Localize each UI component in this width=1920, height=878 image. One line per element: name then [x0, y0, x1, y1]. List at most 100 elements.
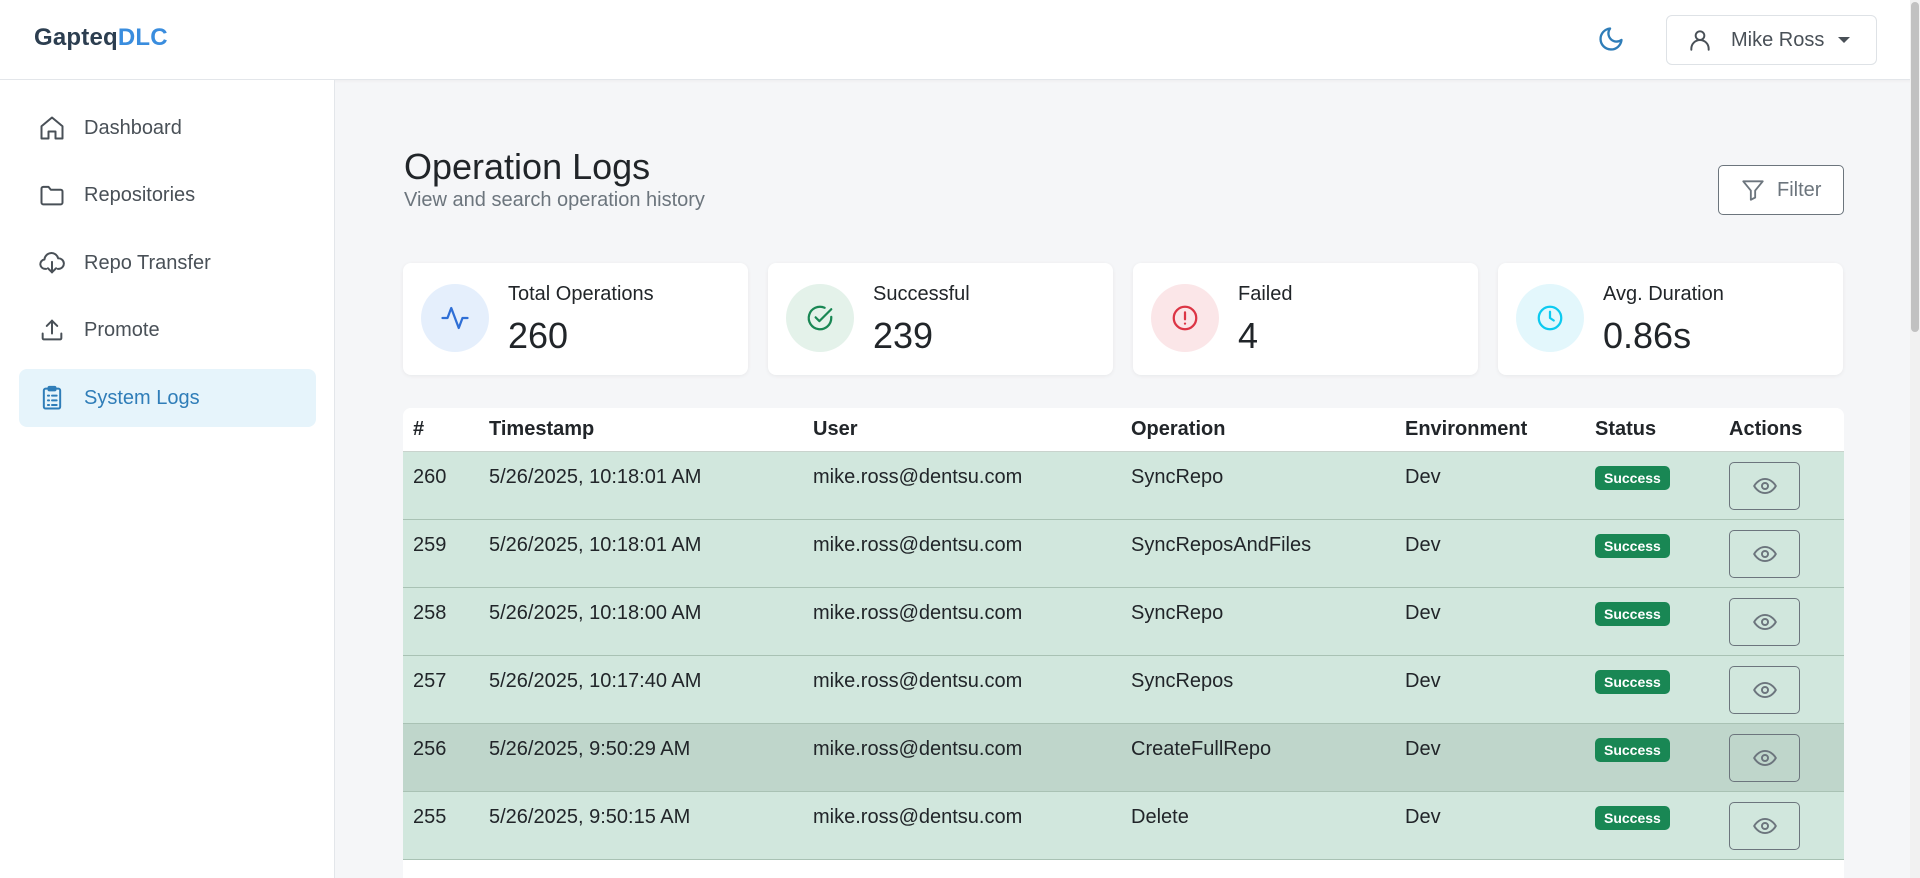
cell-user: mike.ross@dentsu.com	[803, 791, 1121, 860]
page-scrollbar[interactable]	[1910, 0, 1920, 878]
column-header-status[interactable]: Status	[1585, 408, 1719, 452]
filter-button[interactable]: Filter	[1718, 165, 1844, 215]
column-header-environment[interactable]: Environment	[1395, 408, 1585, 452]
sidebar-item-dashboard[interactable]: Dashboard	[19, 99, 316, 157]
cell-actions	[1719, 451, 1844, 520]
stat-card-total-operations: Total Operations 260	[403, 263, 748, 375]
theme-toggle-button[interactable]	[1596, 24, 1626, 54]
cell-timestamp: 5/26/2025, 10:18:00 AM	[479, 587, 803, 656]
clock-icon	[1516, 284, 1584, 352]
column-header-operation[interactable]: Operation	[1121, 408, 1395, 452]
brand-name-part2: DLC	[117, 24, 168, 51]
column-header-timestamp[interactable]: Timestamp	[479, 408, 803, 452]
operation-logs-table: # Timestamp User Operation Environment S…	[403, 408, 1844, 878]
clipboard-list-icon	[37, 383, 67, 413]
view-details-button[interactable]	[1729, 733, 1800, 782]
view-details-button[interactable]	[1729, 665, 1800, 714]
upload-icon	[37, 315, 67, 345]
cell-environment: Dev	[1395, 791, 1585, 860]
eye-icon	[1752, 817, 1777, 834]
cell-status: Success	[1585, 723, 1719, 792]
cell-status: Success	[1585, 587, 1719, 656]
sidebar-item-repo-transfer[interactable]: Repo Transfer	[19, 234, 316, 292]
column-header-user[interactable]: User	[803, 408, 1121, 452]
cell-user: mike.ross@dentsu.com	[803, 587, 1121, 656]
view-details-button[interactable]	[1729, 529, 1800, 578]
cell-timestamp: 5/26/2025, 9:50:29 AM	[479, 723, 803, 792]
filter-button-label: Filter	[1777, 178, 1822, 201]
status-badge: Success	[1595, 737, 1670, 762]
stat-label: Total Operations	[508, 283, 654, 305]
filter-icon	[1739, 176, 1767, 204]
stat-card-avg-duration: Avg. Duration 0.86s	[1498, 263, 1843, 375]
cell-timestamp: 5/26/2025, 10:18:01 AM	[479, 519, 803, 588]
cell-actions	[1719, 519, 1844, 588]
view-details-button[interactable]	[1729, 597, 1800, 646]
stat-card-successful: Successful 239	[768, 263, 1113, 375]
view-details-button[interactable]	[1729, 461, 1800, 510]
table-row[interactable]: 258 5/26/2025, 10:18:00 AM mike.ross@dents…	[403, 587, 1844, 656]
cell-timestamp: 5/26/2025, 9:50:15 AM	[479, 791, 803, 860]
cell-actions	[1719, 791, 1844, 860]
stat-card-failed: Failed 4	[1133, 263, 1478, 375]
cell-operation: SyncReposAndFiles	[1121, 519, 1395, 588]
user-icon	[1687, 27, 1713, 53]
cell-id: 257	[403, 655, 479, 724]
cell-actions	[1719, 655, 1844, 724]
cell-id: 255	[403, 791, 479, 860]
brand-name-part1: Gapteq	[34, 24, 118, 51]
table-row[interactable]: 255 5/26/2025, 9:50:15 AM mike.ross@dentsu…	[403, 791, 1844, 860]
sidebar: Dashboard Repositories Repo Transfer Pro…	[0, 80, 335, 878]
view-details-button[interactable]	[1729, 801, 1800, 850]
sidebar-item-repositories[interactable]: Repositories	[19, 166, 316, 224]
status-badge: Success	[1595, 805, 1670, 830]
top-bar: GapteqDLC Mike Ross	[0, 0, 1920, 80]
eye-icon	[1752, 749, 1777, 766]
stat-value: 4	[1238, 315, 1259, 356]
cell-operation: Delete	[1121, 791, 1395, 860]
folder-icon	[37, 180, 67, 210]
cell-id: 256	[403, 723, 479, 792]
cell-actions	[1719, 723, 1844, 792]
stat-label: Avg. Duration	[1603, 283, 1724, 305]
status-badge: Success	[1595, 465, 1670, 490]
stat-label: Failed	[1238, 283, 1293, 305]
cell-environment: Dev	[1395, 587, 1585, 656]
sidebar-item-system-logs[interactable]: System Logs	[19, 369, 316, 427]
stat-value: 260	[508, 315, 569, 356]
table-row[interactable]: 256 5/26/2025, 9:50:29 AM mike.ross@dentsu…	[403, 723, 1844, 792]
column-header-id[interactable]: #	[403, 408, 479, 452]
cell-operation: SyncRepo	[1121, 587, 1395, 656]
page-title: Operation Logs	[404, 146, 651, 187]
table-row[interactable]: 260 5/26/2025, 10:18:01 AM mike.ross@dents…	[403, 451, 1844, 520]
moon-icon	[1599, 27, 1623, 51]
stat-value: 0.86s	[1603, 315, 1692, 356]
cell-status: Success	[1585, 791, 1719, 860]
cell-environment: Dev	[1395, 451, 1585, 520]
page-subtitle: View and search operation history	[404, 189, 705, 211]
cell-operation: SyncRepos	[1121, 655, 1395, 724]
stat-value: 239	[873, 315, 934, 356]
cell-user: mike.ross@dentsu.com	[803, 655, 1121, 724]
eye-icon	[1752, 545, 1777, 562]
eye-icon	[1752, 681, 1777, 698]
cell-status: Success	[1585, 451, 1719, 520]
table-row[interactable]: 259 5/26/2025, 10:18:01 AM mike.ross@dents…	[403, 519, 1844, 588]
scrollbar-thumb[interactable]	[1911, 2, 1919, 332]
eye-icon	[1752, 477, 1777, 494]
user-menu-dropdown[interactable]: Mike Ross	[1666, 15, 1877, 65]
cell-id: 258	[403, 587, 479, 656]
sidebar-item-label: Dashboard	[84, 116, 182, 139]
cell-environment: Dev	[1395, 519, 1585, 588]
brand-logo[interactable]: GapteqDLC	[34, 24, 168, 52]
user-name: Mike Ross	[1731, 28, 1825, 51]
home-icon	[37, 113, 67, 143]
cell-timestamp: 5/26/2025, 10:17:40 AM	[479, 655, 803, 724]
stat-label: Successful	[873, 283, 970, 305]
cell-id: 259	[403, 519, 479, 588]
sidebar-item-promote[interactable]: Promote	[19, 301, 316, 359]
table-row[interactable]: 257 5/26/2025, 10:17:40 AM mike.ross@dents…	[403, 655, 1844, 724]
chevron-down-icon	[1838, 37, 1851, 43]
cell-status: Success	[1585, 519, 1719, 588]
cell-operation: CreateFullRepo	[1121, 723, 1395, 792]
